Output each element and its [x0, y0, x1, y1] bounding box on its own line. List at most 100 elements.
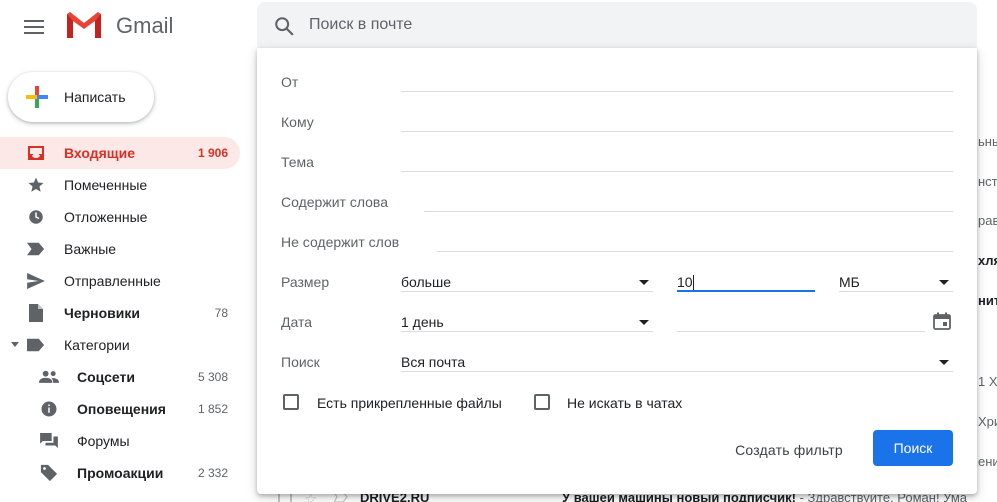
has-words-input[interactable] — [424, 192, 953, 212]
date-within-underline — [401, 331, 653, 332]
promotions-count: 2 332 — [197, 466, 228, 480]
date-field[interactable] — [677, 294, 953, 334]
date-row: Дата 1 день — [257, 294, 977, 334]
size-unit-select[interactable]: МБ — [839, 254, 953, 294]
exclude-chats-label[interactable]: Не искать в чатах — [567, 395, 682, 411]
subject-row: Тема — [257, 134, 977, 174]
compose-button[interactable]: Написать — [8, 72, 154, 122]
draft-icon — [26, 304, 46, 322]
no-words-label: Не содержит слов — [281, 234, 400, 250]
sidebar-item-label: Входящие — [64, 145, 135, 161]
gmail-logo-icon[interactable] — [65, 10, 103, 40]
tag-icon — [39, 464, 59, 482]
sidebar-item-important[interactable]: Важные — [0, 233, 240, 265]
updates-count: 1 852 — [197, 402, 228, 416]
to-label: Кому — [281, 114, 314, 130]
sidebar-item-inbox[interactable]: Входящие 1 906 — [0, 137, 240, 169]
app-name[interactable]: Gmail — [116, 13, 173, 39]
date-within-select[interactable]: 1 день — [401, 294, 653, 334]
from-row: От — [257, 54, 977, 94]
no-words-row: Не содержит слов — [257, 214, 977, 254]
sidebar-item-label: Важные — [64, 241, 117, 257]
size-operator-underline — [401, 291, 653, 292]
label-important-icon — [26, 240, 46, 258]
search-button[interactable]: Поиск — [873, 430, 953, 466]
email-snippet-fragment: Хрис — [978, 414, 997, 429]
search-input[interactable] — [309, 12, 909, 38]
clock-icon — [26, 208, 46, 226]
dropdown-arrow-icon — [939, 280, 949, 285]
email-snippet-fragment: ения — [978, 454, 997, 469]
sidebar-item-label: Черновики — [64, 305, 141, 321]
has-attachment-checkbox[interactable] — [283, 394, 299, 410]
social-count: 5 308 — [197, 370, 228, 384]
sidebar-item-promotions[interactable]: Промоакции 2 332 — [0, 457, 240, 489]
dropdown-arrow-icon — [939, 360, 949, 365]
search-bar[interactable] — [257, 2, 977, 48]
email-snippet-fragment: 1 Хр — [978, 374, 997, 389]
to-underline — [401, 131, 953, 132]
date-label: Дата — [281, 314, 313, 330]
main-menu-icon[interactable] — [24, 17, 46, 35]
has-words-underline — [424, 211, 953, 212]
sidebar-item-drafts[interactable]: Черновики 78 — [0, 297, 240, 329]
search-scope-select[interactable]: Вся почта — [401, 334, 953, 374]
sidebar-item-label: Промоакции — [77, 465, 164, 481]
size-row: Размер больше 10 МБ — [257, 254, 977, 294]
people-icon — [39, 368, 59, 386]
dropdown-arrow-icon — [639, 320, 649, 325]
sidebar-item-label: Помеченные — [64, 177, 148, 193]
email-list-edge — [977, 48, 997, 502]
email-snippet-fragment: хляс — [978, 253, 997, 268]
size-unit-underline — [839, 291, 953, 292]
size-value-input[interactable]: 10 — [677, 274, 693, 290]
sidebar-nav: Входящие 1 906 Помеченные Отложенные Важ… — [0, 137, 240, 489]
unread-count: 1 906 — [197, 146, 228, 160]
calendar-icon[interactable] — [933, 312, 951, 330]
date-within-value: 1 день — [401, 314, 444, 330]
size-unit-value: МБ — [839, 274, 860, 290]
to-input[interactable] — [401, 112, 953, 132]
sidebar-item-label: Категории — [64, 337, 130, 353]
sidebar-item-social[interactable]: Соцсети 5 308 — [0, 361, 240, 393]
has-attachment-label[interactable]: Есть прикрепленные файлы — [317, 395, 502, 411]
send-icon — [26, 272, 46, 290]
subject-underline — [401, 171, 953, 172]
label-icon — [26, 336, 46, 354]
advanced-search-panel: От Кому Тема Содержит слова Не содержит … — [257, 48, 977, 494]
email-snippet-fragment: нстр — [978, 174, 997, 189]
no-words-underline — [437, 251, 953, 252]
size-value-field[interactable]: 10 — [677, 254, 815, 294]
compose-label: Написать — [64, 89, 126, 105]
sidebar-item-label: Оповещения — [77, 401, 166, 417]
sidebar-item-label: Соцсети — [77, 369, 135, 385]
sidebar-item-sent[interactable]: Отправленные — [0, 265, 240, 297]
date-underline — [677, 331, 925, 332]
inbox-icon — [26, 144, 46, 162]
subject-input[interactable] — [401, 152, 953, 172]
text-cursor — [693, 275, 694, 291]
sidebar-item-forums[interactable]: Форумы — [0, 425, 240, 457]
forum-icon — [39, 432, 59, 450]
create-filter-button[interactable]: Создать фильтр — [729, 432, 849, 468]
size-operator-select[interactable]: больше — [401, 254, 653, 294]
search-scope-row: Поиск Вся почта — [257, 334, 977, 374]
email-snippet-fragment: рав — [978, 213, 997, 228]
sidebar-item-starred[interactable]: Помеченные — [0, 169, 240, 201]
search-scope-underline — [401, 371, 953, 372]
from-input[interactable] — [401, 72, 953, 92]
search-icon[interactable] — [273, 15, 295, 37]
sidebar-item-categories[interactable]: Категории — [0, 329, 240, 361]
email-snippet-fragment: ьные — [978, 134, 997, 149]
has-words-row: Содержит слова — [257, 174, 977, 214]
size-operator-value: больше — [401, 274, 451, 290]
exclude-chats-checkbox[interactable] — [534, 394, 550, 410]
chevron-down-icon[interactable] — [11, 342, 19, 347]
no-words-input[interactable] — [437, 232, 953, 252]
plus-icon — [26, 86, 48, 108]
sidebar-item-label: Отправленные — [64, 273, 161, 289]
search-scope-value: Вся почта — [401, 354, 466, 370]
sidebar-item-updates[interactable]: Оповещения 1 852 — [0, 393, 240, 425]
sidebar-item-snoozed[interactable]: Отложенные — [0, 201, 240, 233]
size-value-focus-underline — [677, 290, 815, 292]
